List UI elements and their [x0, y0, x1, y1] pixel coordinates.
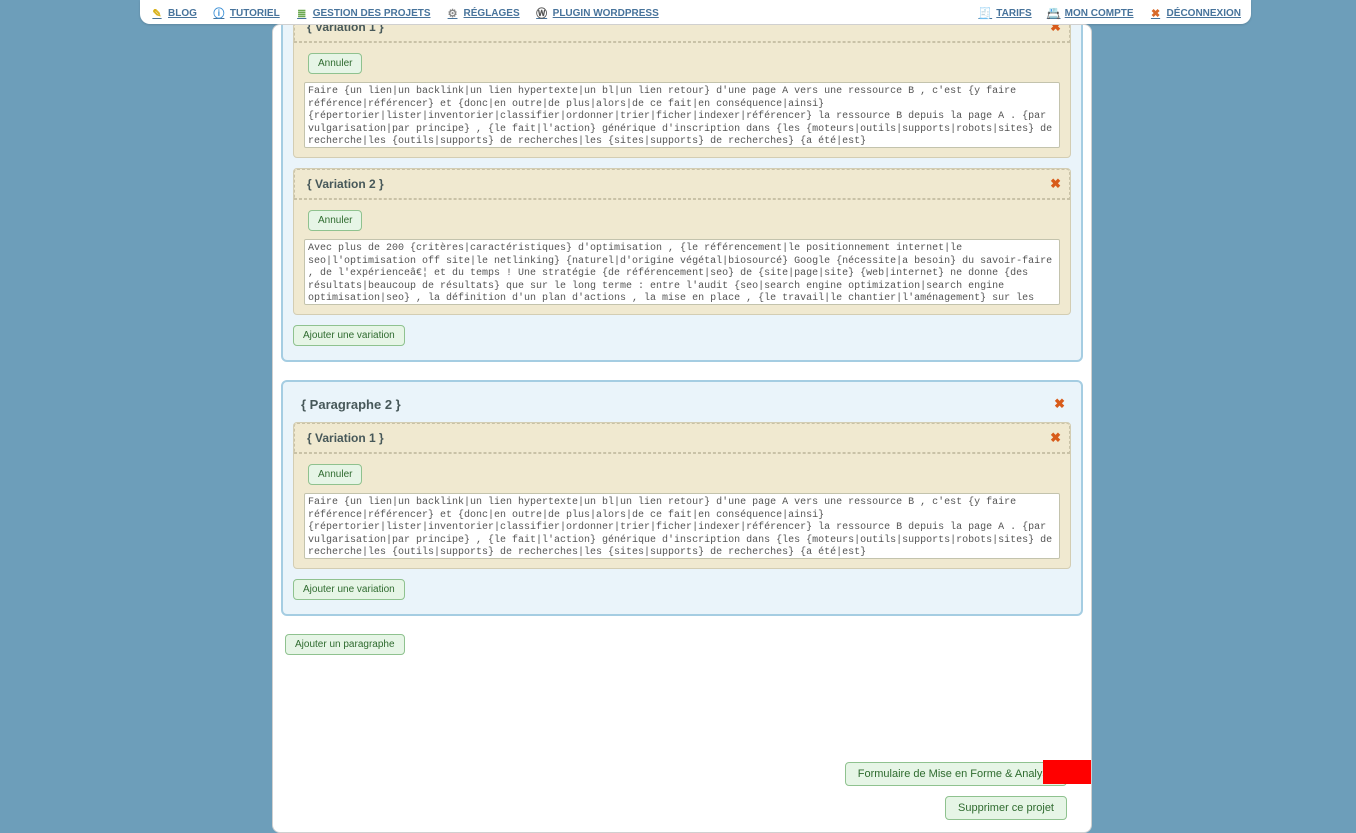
- variation-2-header: { Variation 2 }: [294, 169, 1070, 199]
- nav-blog[interactable]: ✎ BLOG: [150, 6, 197, 20]
- nav-gestion-projets-label: GESTION DES PROJETS: [313, 8, 431, 19]
- variation-1-header: { Variation 1 }: [294, 24, 1070, 42]
- variation-2-textarea[interactable]: [304, 239, 1060, 305]
- close-icon[interactable]: [1054, 396, 1065, 412]
- nav-tarifs[interactable]: 🧾 TARIFS: [978, 6, 1031, 20]
- nav-gestion-projets-icon: ≣: [295, 6, 309, 20]
- variation-1-textarea[interactable]: [304, 82, 1060, 148]
- formulaire-button[interactable]: Formulaire de Mise en Forme & Analyse: [845, 762, 1067, 786]
- paragraphe-2-title: { Paragraphe 2 }: [301, 397, 401, 412]
- annuler-button[interactable]: Annuler: [308, 210, 362, 231]
- close-icon[interactable]: [1050, 176, 1061, 192]
- main-content: { Variation 1 } Annuler { Variation 2 }: [272, 24, 1092, 833]
- nav-plugin-wordpress[interactable]: Ⓦ PLUGIN WORDPRESS: [535, 6, 659, 20]
- nav-tutoriel-icon: ⓘ: [212, 6, 226, 20]
- paragraphe-2-header: { Paragraphe 2 }: [293, 392, 1071, 422]
- nav-tutoriel[interactable]: ⓘ TUTORIEL: [212, 6, 280, 20]
- bottom-actions: Formulaire de Mise en Forme & Analyse Su…: [845, 762, 1067, 820]
- nav-plugin-wordpress-label: PLUGIN WORDPRESS: [553, 8, 659, 19]
- nav-mon-compte-label: MON COMPTE: [1065, 8, 1134, 19]
- variation-1-title: { Variation 1 }: [307, 24, 384, 34]
- nav-gestion-projets[interactable]: ≣ GESTION DES PROJETS: [295, 6, 431, 20]
- paragraphe-1: { Variation 1 } Annuler { Variation 2 }: [281, 24, 1083, 362]
- nav-reglages[interactable]: ⚙ RÉGLAGES: [446, 6, 520, 20]
- p2-variation-1-box: { Variation 1 } Annuler: [293, 422, 1071, 569]
- nav-tarifs-label: TARIFS: [996, 8, 1031, 19]
- nav-reglages-icon: ⚙: [446, 6, 460, 20]
- variation-2-title: { Variation 2 }: [307, 177, 384, 191]
- nav-plugin-wordpress-icon: Ⓦ: [535, 6, 549, 20]
- nav-deconnexion-label: DÉCONNEXION: [1167, 8, 1241, 19]
- p2-variation-1-textarea[interactable]: [304, 493, 1060, 559]
- topbar: ✎ BLOG ⓘ TUTORIEL ≣ GESTION DES PROJETS ⚙ RÉGLA…: [140, 0, 1251, 24]
- annuler-button[interactable]: Annuler: [308, 53, 362, 74]
- nav-deconnexion[interactable]: ✖ DÉCONNEXION: [1149, 6, 1241, 20]
- supprimer-projet-button[interactable]: Supprimer ce projet: [945, 796, 1067, 820]
- nav-mon-compte[interactable]: 📇 MON COMPTE: [1047, 6, 1134, 20]
- close-icon[interactable]: [1050, 24, 1061, 35]
- p2-variation-1-header: { Variation 1 }: [294, 423, 1070, 453]
- variation-1-box: { Variation 1 } Annuler: [293, 24, 1071, 158]
- close-icon[interactable]: [1050, 430, 1061, 446]
- nav-reglages-label: RÉGLAGES: [464, 8, 520, 19]
- ajouter-variation-button[interactable]: Ajouter une variation: [293, 325, 405, 346]
- nav-deconnexion-icon: ✖: [1149, 6, 1163, 20]
- nav-blog-label: BLOG: [168, 8, 197, 19]
- nav-left: ✎ BLOG ⓘ TUTORIEL ≣ GESTION DES PROJETS ⚙ RÉGLA…: [150, 6, 659, 20]
- annuler-button[interactable]: Annuler: [308, 464, 362, 485]
- ajouter-variation-button[interactable]: Ajouter une variation: [293, 579, 405, 600]
- nav-right: 🧾 TARIFS 📇 MON COMPTE ✖ DÉCONNEXION: [978, 6, 1241, 20]
- ajouter-paragraphe-button[interactable]: Ajouter un paragraphe: [285, 634, 405, 655]
- variation-2-box: { Variation 2 } Annuler: [293, 168, 1071, 315]
- nav-tutoriel-label: TUTORIEL: [230, 8, 280, 19]
- nav-mon-compte-icon: 📇: [1047, 6, 1061, 20]
- paragraphe-2: { Paragraphe 2 } { Variation 1 } Annuler…: [281, 380, 1083, 616]
- p2-variation-1-title: { Variation 1 }: [307, 431, 384, 445]
- nav-tarifs-icon: 🧾: [978, 6, 992, 20]
- nav-blog-icon: ✎: [150, 6, 164, 20]
